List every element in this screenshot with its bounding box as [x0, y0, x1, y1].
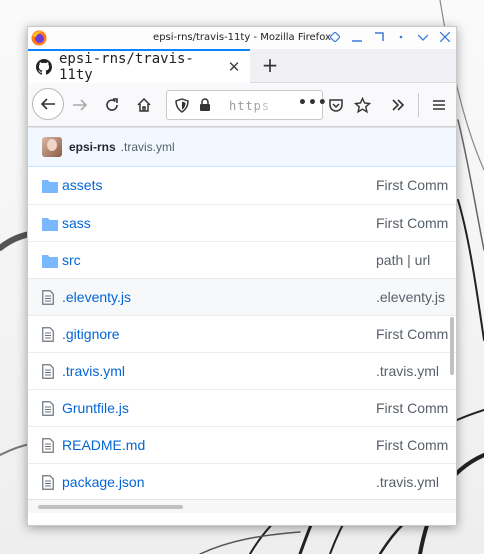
file-icon	[42, 401, 58, 416]
commit-message-link[interactable]: .eleventy.js	[376, 289, 445, 305]
pocket-icon	[329, 99, 343, 112]
chevron-double-right-icon	[392, 99, 405, 111]
file-name-link[interactable]: .gitignore	[62, 326, 120, 342]
commit-message-link[interactable]: path | url	[376, 252, 430, 268]
file-icon	[42, 475, 58, 490]
file-name-link[interactable]: README.md	[62, 437, 145, 453]
commit-message-link[interactable]: .travis.yml	[376, 474, 439, 490]
file-name-link[interactable]: package.json	[62, 474, 145, 490]
file-row[interactable]: src path | url	[28, 241, 456, 278]
minimize-icon[interactable]	[350, 30, 364, 44]
commit-author[interactable]: epsi-rns	[69, 140, 116, 154]
home-button[interactable]	[132, 93, 156, 117]
file-row[interactable]: .eleventy.js .eleventy.js	[28, 278, 456, 315]
browser-window: epsi-rns/travis-11ty - Mozilla Firefox e…	[27, 26, 457, 526]
pocket-button[interactable]	[324, 93, 348, 117]
file-name-link[interactable]: .eleventy.js	[62, 289, 131, 305]
commit-message-link[interactable]: First Comm	[376, 215, 448, 231]
page-content: epsi-rns .travis.yml assets First Comm sas…	[28, 127, 456, 513]
tab-active[interactable]: epsi-rns/travis-11ty ✕	[28, 49, 250, 83]
latest-commit-bar: epsi-rns .travis.yml	[28, 127, 456, 167]
file-name-link[interactable]: sass	[62, 215, 91, 231]
overflow-button[interactable]	[386, 93, 410, 117]
bookmark-button[interactable]	[350, 93, 374, 117]
hamburger-icon	[433, 100, 445, 110]
file-row[interactable]: package.json .travis.yml	[28, 463, 456, 500]
commit-message-link[interactable]: First Comm	[376, 437, 448, 453]
file-name-link[interactable]: src	[62, 252, 81, 268]
file-row[interactable]: README.md First Comm	[28, 426, 456, 463]
toolbar-divider	[418, 93, 419, 117]
shade-icon[interactable]	[394, 30, 408, 44]
commit-message-link[interactable]: .travis.yml	[376, 363, 439, 379]
vertical-scrollbar[interactable]	[450, 317, 454, 375]
star-icon	[353, 96, 371, 113]
commit-message[interactable]: .travis.yml	[121, 140, 175, 154]
file-icon	[42, 438, 58, 453]
file-row[interactable]: .travis.yml .travis.yml	[28, 352, 456, 389]
tab-strip: epsi-rns/travis-11ty ✕ +	[28, 49, 456, 83]
file-row[interactable]: .gitignore First Comm	[28, 315, 456, 352]
file-name-link[interactable]: assets	[62, 177, 102, 193]
commit-message-link[interactable]: First Comm	[376, 177, 448, 193]
forward-button[interactable]	[68, 93, 92, 117]
avatar[interactable]	[42, 137, 62, 157]
maximize-icon[interactable]	[372, 30, 386, 44]
file-name-link[interactable]: Gruntfile.js	[62, 400, 129, 416]
file-row[interactable]: sass First Comm	[28, 204, 456, 241]
commit-message-link[interactable]: First Comm	[376, 326, 448, 342]
tracking-shield-icon[interactable]	[175, 98, 189, 113]
file-icon	[42, 364, 58, 379]
reload-button[interactable]	[100, 93, 124, 117]
sticky-icon[interactable]	[328, 30, 342, 44]
home-icon	[137, 97, 151, 112]
back-arrow-icon	[40, 98, 55, 110]
hamburger-menu-button[interactable]	[427, 93, 451, 117]
close-tab-icon[interactable]: ✕	[226, 59, 242, 75]
file-row[interactable]: Gruntfile.js First Comm	[28, 389, 456, 426]
back-button[interactable]	[32, 88, 64, 120]
file-icon	[42, 327, 58, 342]
github-icon	[36, 59, 52, 75]
folder-icon	[42, 253, 58, 268]
horizontal-scrollbar-track	[28, 499, 456, 513]
file-row[interactable]: assets First Comm	[28, 167, 456, 204]
folder-icon	[42, 178, 58, 193]
lock-icon[interactable]	[199, 98, 211, 112]
folder-icon	[42, 216, 58, 231]
tab-title: epsi-rns/travis-11ty	[59, 51, 194, 83]
forward-arrow-icon	[73, 99, 88, 111]
file-icon	[42, 290, 58, 305]
close-window-icon[interactable]	[438, 30, 452, 44]
file-name-link[interactable]: .travis.yml	[62, 363, 125, 379]
commit-message-link[interactable]: First Comm	[376, 400, 448, 416]
file-list: assets First Comm sass First Comm src path | …	[28, 167, 456, 500]
new-tab-icon[interactable]: +	[260, 55, 280, 75]
navigation-toolbar: https •••	[28, 83, 456, 127]
menu-down-icon[interactable]	[416, 30, 430, 44]
horizontal-scrollbar[interactable]	[38, 505, 183, 509]
reload-icon	[106, 98, 118, 111]
title-bar[interactable]: epsi-rns/travis-11ty - Mozilla Firefox	[28, 27, 456, 49]
